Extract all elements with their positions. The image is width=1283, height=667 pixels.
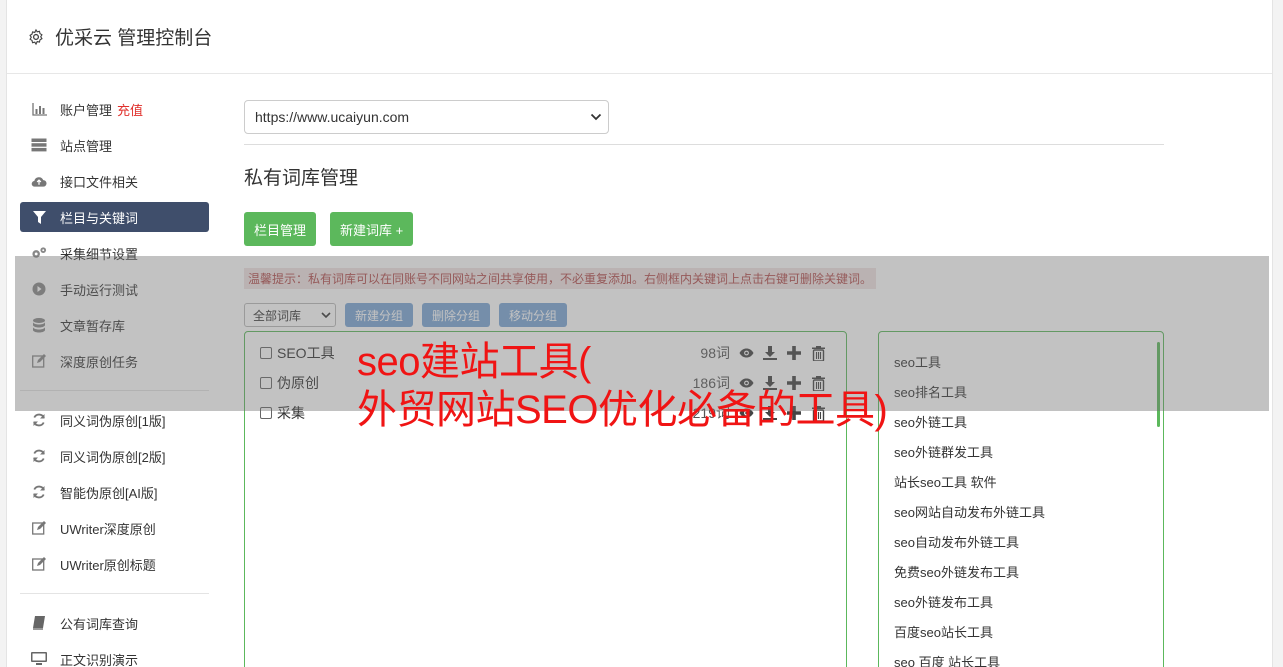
nav-divider xyxy=(20,593,209,594)
sidebar-item-label: 公有词库查询 xyxy=(60,616,139,632)
divider xyxy=(244,144,1164,145)
keyword-item[interactable]: 站长seo工具 软件 xyxy=(879,466,1163,496)
refresh-icon xyxy=(31,484,47,500)
sidebar-item-label: 账户管理 xyxy=(60,102,113,118)
refresh-icon xyxy=(31,448,47,464)
sidebar-item-label: 栏目与关键词 xyxy=(60,210,139,226)
keyword-item[interactable]: seo 百度 站长工具 xyxy=(879,646,1163,667)
sidebar-item-label: UWriter深度原创 xyxy=(60,521,156,537)
monitor-icon xyxy=(31,651,47,667)
cloud-upload-icon xyxy=(31,173,47,189)
chevron-down-icon xyxy=(590,113,602,121)
keyword-item[interactable]: seo外链群发工具 xyxy=(879,436,1163,466)
overlay-title: seo建站工具( 外贸网站SEO优化必备的工具) xyxy=(357,338,888,434)
sidebar-item-label: UWriter原创标题 xyxy=(60,557,156,573)
sidebar-item-sites[interactable]: 站点管理 xyxy=(20,130,209,160)
sidebar-item-columns-keywords[interactable]: 栏目与关键词 xyxy=(20,202,209,232)
keyword-item[interactable]: seo外链发布工具 xyxy=(879,586,1163,616)
sidebar-item-ai-original[interactable]: 智能伪原创[AI版] xyxy=(20,477,209,507)
sidebar-item-text-recognition[interactable]: 正文识别演示 xyxy=(20,644,209,667)
sidebar-item-label: 接口文件相关 xyxy=(60,174,139,190)
sidebar-item-uwriter-title[interactable]: UWriter原创标题 xyxy=(20,549,209,579)
sidebar-item-interface[interactable]: 接口文件相关 xyxy=(20,166,209,196)
sidebar-item-uwriter-deep[interactable]: UWriter深度原创 xyxy=(20,513,209,543)
book-icon xyxy=(31,615,47,631)
sidebar-item-label: 智能伪原创[AI版] xyxy=(60,485,158,501)
overlay-title-line: seo建站工具( xyxy=(357,340,591,384)
keyword-item[interactable]: 百度seo站长工具 xyxy=(879,616,1163,646)
edit-icon xyxy=(31,556,47,572)
header: 优采云 管理控制台 xyxy=(7,0,1272,74)
action-buttons: 栏目管理 新建词库 + xyxy=(244,212,1164,246)
filter-icon xyxy=(31,209,47,225)
site-select[interactable]: https://www.ucaiyun.com xyxy=(244,100,609,134)
gear-icon xyxy=(29,28,43,45)
sidebar-item-label: 同义词伪原创[2版] xyxy=(60,449,166,465)
column-manage-button[interactable]: 栏目管理 xyxy=(244,212,317,246)
keyword-item[interactable]: seo网站自动发布外链工具 xyxy=(879,496,1163,526)
sidebar-item-label: 正文识别演示 xyxy=(60,652,139,667)
keyword-item[interactable]: seo自动发布外链工具 xyxy=(879,526,1163,556)
recharge-link[interactable]: 充值 xyxy=(117,100,143,119)
page-title: 优采云 管理控制台 xyxy=(55,28,213,49)
refresh-icon xyxy=(31,412,47,428)
sidebar-item-public-library[interactable]: 公有词库查询 xyxy=(20,608,209,638)
sidebar-item-synonym-v2[interactable]: 同义词伪原创[2版] xyxy=(20,441,209,471)
server-icon xyxy=(31,137,47,153)
overlay-title-line: 外贸网站SEO优化必备的工具) xyxy=(357,388,888,432)
sidebar-item-label: 站点管理 xyxy=(60,138,113,154)
bar-chart-icon xyxy=(31,101,47,117)
site-select-value: https://www.ucaiyun.com xyxy=(255,109,410,125)
keyword-item[interactable]: 免费seo外链发布工具 xyxy=(879,556,1163,586)
sidebar-item-label: 同义词伪原创[1版] xyxy=(60,413,166,429)
section-title: 私有词库管理 xyxy=(244,168,359,189)
edit-icon xyxy=(31,520,47,536)
new-library-button[interactable]: 新建词库 + xyxy=(330,212,414,246)
sidebar-item-account[interactable]: 账户管理 充值 xyxy=(20,94,209,124)
